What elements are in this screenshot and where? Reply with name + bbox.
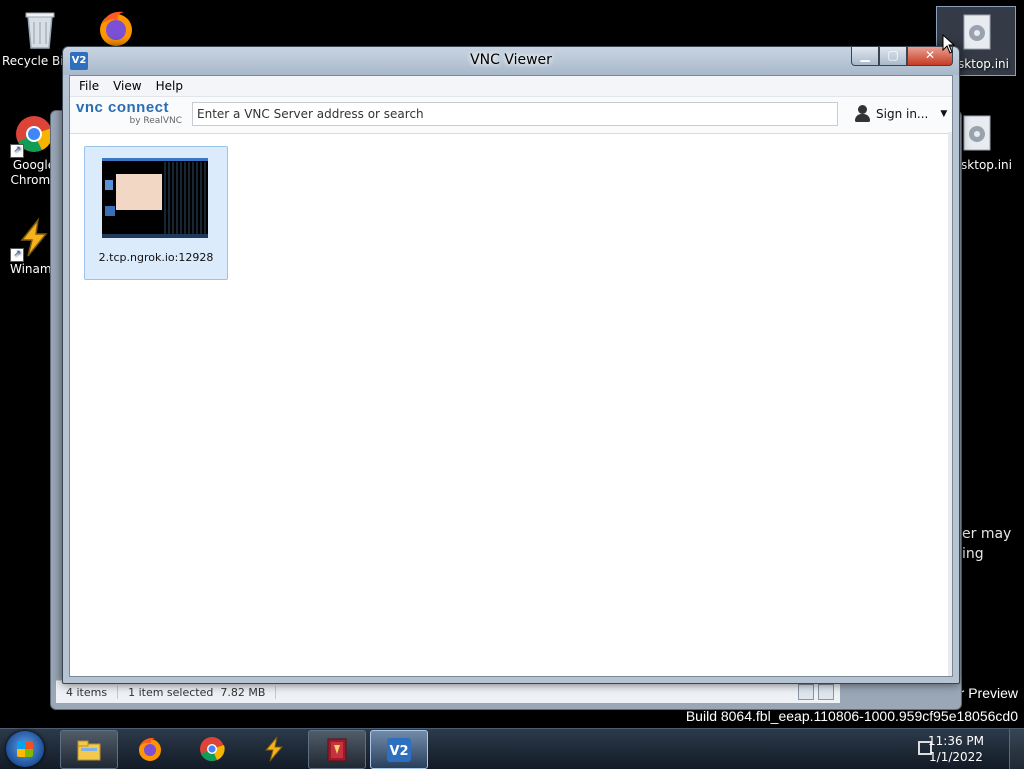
connection-label: 2.tcp.ngrok.io:12928 [98, 251, 214, 264]
taskbar-chrome[interactable] [184, 730, 240, 767]
settings-file-icon [954, 11, 998, 55]
firefox-icon [139, 737, 161, 761]
watermark-line-2: Build 8064.fbl_eeap.110806-1000.959cf95e… [685, 708, 1018, 724]
taskbar-explorer[interactable] [60, 730, 118, 769]
address-search-input[interactable] [193, 104, 831, 124]
taskbar-winrar[interactable] [308, 730, 366, 769]
desktop-icon-label: Recycle Bin [2, 54, 66, 68]
user-icon [854, 105, 870, 123]
text-fragment: ing [962, 546, 984, 562]
menu-bar: File View Help [70, 76, 952, 97]
taskbar-vnc-viewer[interactable]: V2 [370, 730, 428, 769]
taskbar-winamp[interactable] [246, 730, 302, 767]
window-client: File View Help vnc connect by RealVNC Si… [69, 75, 953, 677]
status-items-count: 4 items [56, 685, 119, 699]
shortcut-arrow-icon: ↗ [10, 144, 24, 158]
taskbar: V2 11:36 PM 1/1/2022 [0, 728, 1024, 769]
status-selection: 1 item selected 7.82 MB [118, 685, 277, 699]
vnc-connect-logo: vnc connect by RealVNC [76, 100, 186, 127]
large-icons-view-icon[interactable] [818, 684, 834, 700]
sign-in-label: Sign in... [876, 107, 929, 121]
details-view-icon[interactable] [798, 684, 814, 700]
system-clock[interactable]: 11:36 PM 1/1/2022 [928, 733, 984, 765]
logo-brand: vnc connect [76, 99, 170, 116]
chevron-down-icon[interactable]: ▼ [940, 109, 947, 119]
address-search-box[interactable] [192, 102, 838, 126]
show-desktop-button[interactable] [1009, 729, 1024, 769]
winrar-icon [327, 738, 347, 761]
title-bar[interactable]: V2 VNC Viewer ▁ ▢ ✕ [63, 47, 959, 75]
folder-icon [77, 740, 101, 760]
start-button[interactable] [6, 731, 44, 767]
taskbar-firefox[interactable] [122, 730, 178, 767]
vnc-viewer-window[interactable]: V2 VNC Viewer ▁ ▢ ✕ File View Help vnc c… [62, 46, 960, 684]
clock-date: 1/1/2022 [929, 750, 983, 764]
connection-thumbnail [102, 158, 208, 238]
text-fragment: er may [962, 526, 1012, 542]
recycle-bin-icon [18, 8, 62, 52]
window-controls: ▁ ▢ ✕ [851, 47, 953, 66]
sign-in-button[interactable]: Sign in... ▼ [854, 105, 947, 123]
firefox-icon [94, 6, 138, 50]
shortcut-arrow-icon: ↗ [10, 248, 24, 262]
menu-help[interactable]: Help [151, 79, 188, 93]
menu-file[interactable]: File [74, 79, 104, 93]
toolbar: vnc connect by RealVNC Sign in... ▼ [70, 97, 952, 134]
view-switcher[interactable] [798, 684, 834, 700]
mouse-cursor-icon [942, 34, 956, 54]
logo-byline: by RealVNC [129, 116, 182, 126]
scrollbar[interactable] [948, 132, 952, 676]
maximize-button[interactable]: ▢ [879, 47, 907, 66]
vnc-viewer-icon: V2 [387, 737, 411, 762]
connection-tile[interactable]: 2.tcp.ngrok.io:12928 [84, 146, 228, 280]
svg-text:V2: V2 [389, 744, 408, 759]
chrome-icon [200, 736, 225, 761]
clock-time: 11:36 PM [928, 734, 984, 748]
winamp-icon [264, 736, 284, 761]
minimize-button[interactable]: ▁ [851, 47, 879, 66]
window-title: VNC Viewer [470, 52, 552, 68]
menu-view[interactable]: View [108, 79, 146, 93]
